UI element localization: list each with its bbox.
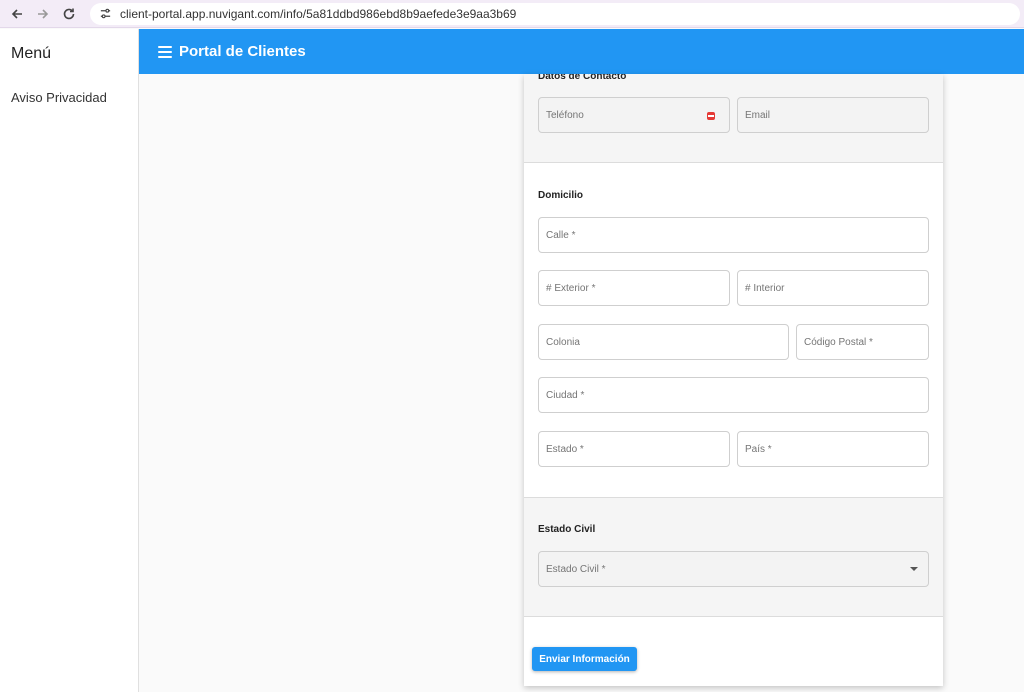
email-label: Email — [745, 109, 771, 121]
arrow-right-icon — [38, 8, 49, 19]
divider — [524, 616, 943, 617]
codigo-postal-field[interactable]: Código Postal * — [796, 324, 929, 360]
exterior-field[interactable]: # Exterior * — [538, 270, 730, 306]
section-title-contacto: Datos de Contacto — [538, 74, 627, 82]
caret-down-icon — [910, 567, 918, 571]
section-estado-civil: Estado Civil Estado Civil * — [524, 498, 943, 616]
calle-label: Calle * — [546, 229, 576, 241]
back-button[interactable] — [4, 1, 30, 27]
app-bar: Portal de Clientes — [139, 29, 1024, 74]
colonia-label: Colonia — [546, 336, 580, 348]
sidebar: Menú Aviso Privacidad — [0, 29, 139, 692]
exterior-label: # Exterior * — [546, 282, 596, 294]
telefono-field[interactable]: Teléfono — [538, 97, 730, 133]
ciudad-field[interactable]: Ciudad * — [538, 377, 929, 413]
reload-button[interactable] — [56, 1, 82, 27]
ciudad-label: Ciudad * — [546, 389, 585, 401]
tune-icon[interactable] — [96, 5, 114, 23]
address-bar[interactable]: client-portal.app.nuvigant.com/info/5a81… — [90, 2, 1020, 25]
section-title-estado-civil: Estado Civil — [538, 524, 596, 535]
sidebar-title: Menú — [11, 45, 52, 62]
colonia-field[interactable]: Colonia — [538, 324, 789, 360]
hamburger-menu-icon[interactable] — [158, 45, 172, 58]
client-info-form: Datos de Contacto Teléfono Email Domicil… — [524, 74, 943, 686]
arrow-left-icon — [11, 8, 22, 19]
page-title: Portal de Clientes — [179, 43, 306, 60]
email-field[interactable]: Email — [737, 97, 929, 133]
estado-civil-select[interactable]: Estado Civil * — [538, 551, 929, 587]
enviar-informacion-button[interactable]: Enviar Información — [532, 647, 637, 671]
browser-toolbar: client-portal.app.nuvigant.com/info/5a81… — [0, 0, 1024, 28]
interior-field[interactable]: # Interior — [737, 270, 929, 306]
reload-icon — [63, 8, 75, 19]
pais-label: País * — [745, 443, 772, 455]
estado-civil-label: Estado Civil * — [546, 563, 606, 575]
url-text[interactable]: client-portal.app.nuvigant.com/info/5a81… — [120, 7, 516, 21]
calle-field[interactable]: Calle * — [538, 217, 929, 253]
section-contacto: Datos de Contacto Teléfono Email — [524, 74, 943, 162]
error-icon — [707, 112, 715, 120]
interior-label: # Interior — [745, 282, 785, 294]
pais-field[interactable]: País * — [737, 431, 929, 467]
forward-button[interactable] — [30, 1, 56, 27]
divider — [524, 162, 943, 163]
section-title-domicilio: Domicilio — [538, 190, 584, 201]
sidebar-item-aviso-privacidad[interactable]: Aviso Privacidad — [11, 90, 107, 105]
telefono-label: Teléfono — [546, 109, 584, 121]
estado-label: Estado * — [546, 443, 584, 455]
estado-field[interactable]: Estado * — [538, 431, 730, 467]
codigo-postal-label: Código Postal * — [804, 336, 873, 348]
